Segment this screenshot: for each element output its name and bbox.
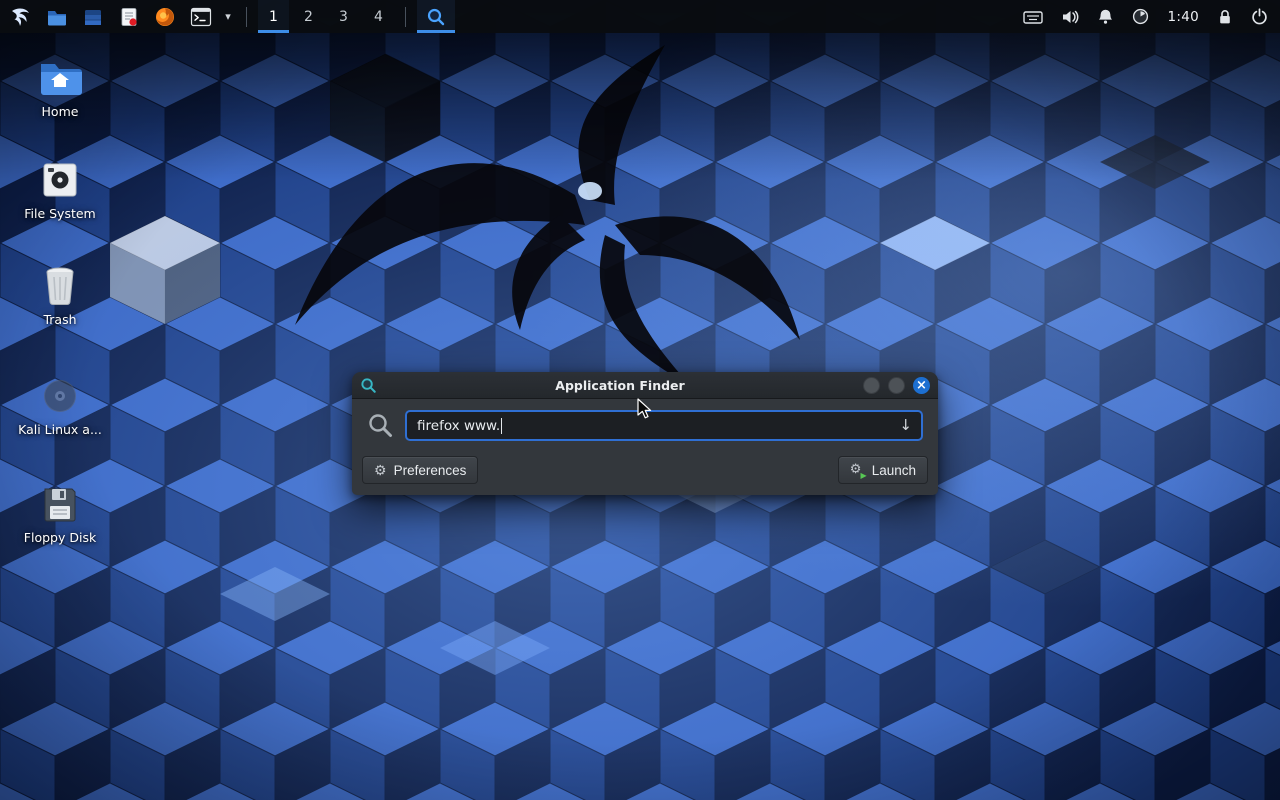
file-manager-launcher[interactable] [41, 0, 73, 33]
power-icon [1251, 8, 1268, 25]
firefox-icon [154, 6, 176, 28]
floppy-disk-icon [40, 484, 80, 524]
desktop-icon-label: File System [24, 207, 96, 221]
workspace-4-label: 4 [374, 9, 383, 25]
firefox-launcher[interactable] [149, 0, 181, 33]
desktop-icon-label: Kali Linux a... [18, 423, 102, 437]
text-editor-launcher[interactable] [113, 0, 145, 33]
workspace-2[interactable]: 2 [293, 0, 324, 33]
launch-button[interactable]: ⚙ ▶ Launch [838, 456, 928, 484]
kali-disc-icon [40, 376, 80, 416]
titlebar[interactable]: Application Finder × [352, 372, 938, 399]
file-system-drive-icon [40, 160, 80, 200]
status-indicator-icon [1132, 8, 1149, 25]
folder-icon [82, 6, 104, 28]
workspace-2-label: 2 [304, 9, 313, 25]
desktop-icon-file-system[interactable]: File System [12, 160, 108, 221]
preferences-button[interactable]: ⚙ Preferences [362, 456, 478, 484]
mouse-cursor [637, 398, 657, 420]
terminal-launcher[interactable] [185, 0, 217, 33]
application-finder-window-icon [360, 377, 377, 394]
power-button[interactable] [1251, 0, 1268, 33]
desktop-icon-floppy-disk[interactable]: Floppy Disk [12, 484, 108, 545]
panel-right-cluster: 1:40 [1023, 0, 1280, 33]
desktop: ▾ 1 2 3 4 [0, 0, 1280, 800]
panel-separator [246, 7, 247, 27]
workspace-3[interactable]: 3 [328, 0, 359, 33]
desktop-icon-label: Floppy Disk [24, 531, 96, 545]
window-title: Application Finder [377, 378, 863, 393]
gear-icon: ⚙ [374, 463, 387, 477]
lock-icon [1217, 8, 1233, 25]
kali-menu-button[interactable] [5, 0, 37, 33]
keyboard-icon [1023, 9, 1043, 25]
workspace-4[interactable]: 4 [363, 0, 394, 33]
home-folder-icon [37, 56, 83, 98]
workspace-3-label: 3 [339, 9, 348, 25]
search-icon [367, 412, 394, 439]
search-input[interactable]: firefox www. ↓ [405, 410, 923, 441]
terminal-icon [190, 7, 212, 27]
status-indicator[interactable] [1132, 0, 1149, 33]
trash-can-icon [40, 264, 80, 306]
window-controls: × [863, 377, 930, 394]
bell-icon [1097, 8, 1114, 25]
application-finder-task-icon [426, 7, 446, 27]
launch-button-label: Launch [872, 463, 916, 478]
application-finder-window: Application Finder × firefox www. ↓ [352, 372, 938, 495]
tasklist-application-finder[interactable] [417, 0, 455, 33]
chevron-down-icon: ▾ [225, 10, 231, 23]
workspace-1[interactable]: 1 [258, 0, 289, 33]
desktop-icon-trash[interactable]: Trash [12, 264, 108, 327]
workspace-1-label: 1 [269, 9, 278, 25]
volume-control[interactable] [1061, 0, 1079, 33]
volume-icon [1061, 9, 1079, 25]
close-icon: × [916, 379, 927, 392]
dropdown-arrow-icon[interactable]: ↓ [899, 416, 912, 434]
text-editor-icon [118, 6, 140, 28]
close-button[interactable]: × [913, 377, 930, 394]
folder-launcher[interactable] [77, 0, 109, 33]
preferences-button-label: Preferences [394, 463, 467, 478]
desktop-icon-label: Home [42, 105, 79, 119]
keyboard-indicator[interactable] [1023, 0, 1043, 33]
button-row: ⚙ Preferences ⚙ ▶ Launch [352, 447, 938, 495]
panel-left-cluster: ▾ 1 2 3 4 [0, 0, 455, 33]
desktop-icon-label: Trash [43, 313, 76, 327]
minimize-button[interactable] [863, 377, 880, 394]
file-manager-icon [46, 6, 68, 28]
top-panel: ▾ 1 2 3 4 [0, 0, 1280, 33]
terminal-dropdown-chevron[interactable]: ▾ [221, 10, 235, 23]
panel-separator [405, 7, 406, 27]
desktop-icon-home[interactable]: Home [12, 56, 108, 119]
desktop-icon-kali-linux[interactable]: Kali Linux a... [12, 376, 108, 437]
screen-lock-button[interactable] [1217, 0, 1233, 33]
clock-text: 1:40 [1167, 9, 1199, 25]
text-caret [501, 418, 502, 434]
kali-logo-icon [9, 5, 33, 29]
search-input-value: firefox www. [417, 418, 500, 434]
launch-icon: ⚙ ▶ [850, 463, 865, 478]
notifications-indicator[interactable] [1097, 0, 1114, 33]
clock[interactable]: 1:40 [1167, 0, 1199, 33]
maximize-button[interactable] [888, 377, 905, 394]
